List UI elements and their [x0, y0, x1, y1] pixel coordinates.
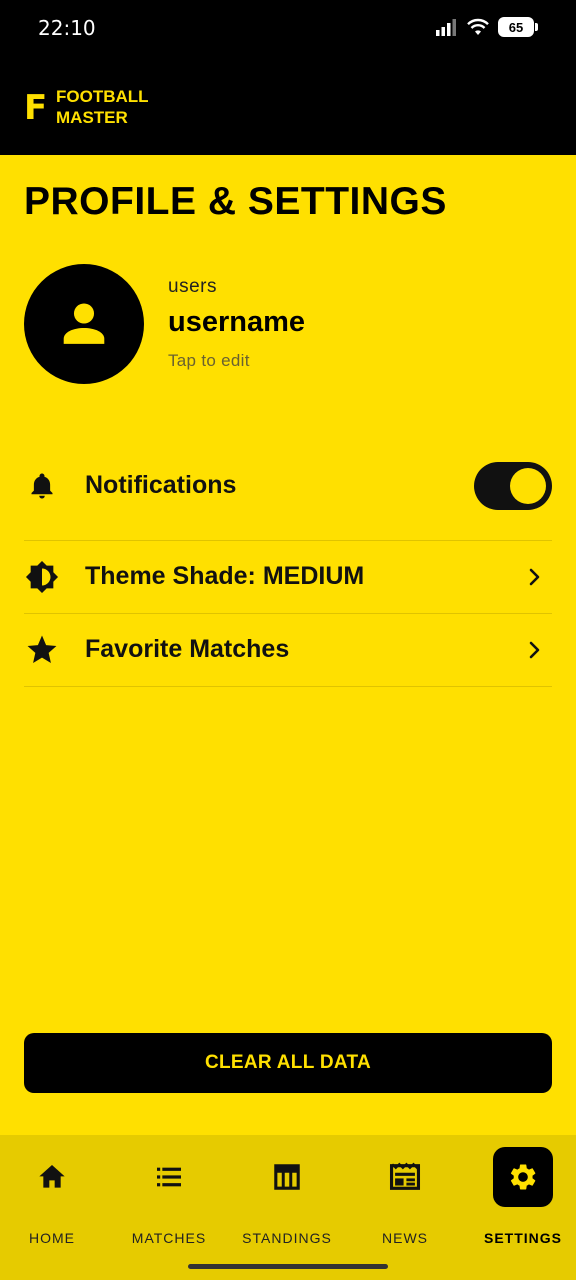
nav-matches[interactable]: MATCHES [111, 1135, 227, 1280]
toggle-knob [510, 468, 546, 504]
bell-icon [24, 468, 60, 504]
app-name-line2: MASTER [56, 108, 128, 127]
nav-home[interactable]: HOME [0, 1135, 110, 1280]
nav-news-label: NEWS [382, 1230, 428, 1246]
chevron-right-icon [529, 568, 540, 586]
signal-icon [436, 19, 456, 36]
nav-standings-label: STANDINGS [242, 1230, 332, 1246]
battery-indicator: 65 [498, 17, 538, 37]
person-icon [63, 303, 105, 344]
app-name-line1: FOOTBALL [56, 87, 149, 106]
profile-username[interactable]: username [168, 306, 305, 339]
notifications-label: Notifications [85, 471, 237, 499]
brightness-icon [24, 559, 60, 595]
nav-matches-label: MATCHES [131, 1230, 207, 1246]
table-icon [257, 1147, 317, 1207]
newspaper-icon [375, 1147, 435, 1207]
divider [24, 540, 552, 541]
profile-role: users [168, 276, 217, 297]
star-icon [24, 632, 60, 668]
nav-news[interactable]: NEWS [347, 1135, 463, 1280]
status-bar: 22:10 65 [0, 0, 576, 58]
nav-home-label: HOME [29, 1230, 75, 1246]
notifications-toggle[interactable] [474, 462, 552, 510]
profile-edit-hint[interactable]: Tap to edit [168, 351, 250, 371]
notifications-row: Notifications [24, 462, 552, 510]
home-icon [22, 1147, 82, 1207]
nav-standings[interactable]: STANDINGS [229, 1135, 345, 1280]
app-header: F FOOTBALL MASTER [0, 58, 576, 155]
home-indicator[interactable] [188, 1264, 388, 1269]
status-time: 22:10 [38, 16, 96, 40]
app-name: FOOTBALL MASTER [56, 86, 149, 128]
avatar[interactable] [24, 264, 144, 384]
list-icon [139, 1147, 199, 1207]
nav-settings-label: SETTINGS [483, 1230, 562, 1246]
bottom-nav: HOME MATCHES STANDINGS NEWS SETTINGS [0, 1135, 576, 1280]
theme-shade-label: Theme Shade: MEDIUM [85, 562, 365, 590]
page-title: PROFILE & SETTINGS [24, 180, 447, 223]
divider [24, 613, 552, 614]
logo-icon: F [24, 88, 48, 128]
clear-all-data-button[interactable]: CLEAR ALL DATA [24, 1033, 552, 1093]
theme-shade-row[interactable]: Theme Shade: MEDIUM [24, 559, 552, 595]
favorite-matches-label: Favorite Matches [85, 635, 290, 663]
gear-icon [493, 1147, 553, 1207]
chevron-right-icon [529, 641, 540, 659]
divider [24, 686, 552, 687]
wifi-icon [467, 18, 489, 35]
status-icons: 65 [436, 17, 538, 37]
nav-settings[interactable]: SETTINGS [465, 1135, 576, 1280]
favorite-matches-row[interactable]: Favorite Matches [24, 632, 552, 668]
